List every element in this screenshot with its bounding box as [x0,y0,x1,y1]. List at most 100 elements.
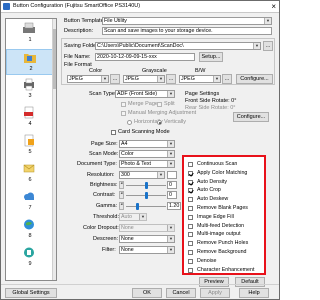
enhancement-checkbox[interactable] [188,197,193,203]
filter-label: Filter: [102,247,116,253]
bw-format-select[interactable]: JPEG ▼ [179,75,221,83]
split-checkbox[interactable] [157,102,162,107]
enhancement-checkbox[interactable] [188,250,193,255]
horizontally-radio[interactable] [127,120,132,125]
slider-thumb[interactable] [144,192,148,199]
cancel-button[interactable]: Cancel [166,288,196,298]
color-format-options-button[interactable]: ... [110,74,120,84]
contrast-stepper[interactable]: ◂ [119,191,124,199]
filter-select[interactable]: None ▼ [119,246,175,254]
resolution-select[interactable]: 300 ▼ [119,171,165,179]
button-template-value: File Utility [104,18,127,24]
page-settings-label: Page Settings [185,91,220,97]
gamma-slider[interactable] [126,203,166,210]
scan-type-select[interactable]: ADF (Front Side) ▼ [115,90,175,98]
manual-merging-checkbox[interactable] [121,111,126,116]
page-size-select[interactable]: A4 ▼ [119,140,175,148]
enhancement-checkbox[interactable] [188,188,193,194]
button-list[interactable]: 1 2 3 4 5 6 7 8 9 [5,18,57,281]
resolution-label: Resolution: [87,172,115,178]
button-item-6[interactable]: 6 [6,161,54,187]
enhancement-checkbox[interactable] [188,241,193,247]
scan-mode-label: Scan Mode: [89,151,119,157]
grayscale-format-select[interactable]: JPEG ▼ [123,75,165,83]
scrollbar-thumb[interactable] [53,29,56,89]
button-item-3[interactable]: 3 [6,77,54,103]
close-icon[interactable]: × [271,1,276,12]
brightness-value: 0 [169,182,172,188]
vertically-label: Vertically [164,119,187,125]
slider-thumb[interactable] [136,203,140,210]
enhancement-checkbox[interactable] [188,162,193,167]
brightness-stepper[interactable]: ◂ [119,181,124,189]
enhancement-label: Multi-feed Detection [197,222,245,229]
page-configure-button[interactable]: Configure... [233,112,269,122]
contrast-value: 0 [169,192,172,198]
document-type-select[interactable]: Photo & Text ▼ [119,160,175,168]
saving-folder-value: C:\Users\Public\Document\ScanDoc\ [97,43,184,49]
printer-icon [24,78,34,91]
enhancement-checkbox[interactable] [188,206,193,211]
gamma-stepper[interactable]: ◂ [119,202,124,210]
button-item-7[interactable]: 7 [6,189,54,215]
chevron-down-icon: ▼ [157,172,164,178]
brightness-slider[interactable] [126,182,166,189]
color-format-select[interactable]: JPEG ▼ [67,75,109,83]
file-name-label: File Name: [64,54,91,60]
color-dropout-select[interactable]: None ▼ [119,224,175,232]
saving-folder-select[interactable]: C:\Users\Public\Document\ScanDoc\ ▼ [95,42,261,50]
card-scanning-label: Card Scanning Mode [118,129,170,135]
contrast-value-field[interactable]: 0 [167,191,177,199]
button-configuration-window: Button Configuration (Fujitsu SmartOffic… [0,0,280,300]
enhancement-checkbox[interactable] [188,267,193,273]
apply-button[interactable]: Apply [200,288,230,298]
button-item-2[interactable]: 2 [6,49,54,75]
descreen-select[interactable]: None ▼ [119,235,175,243]
description-field[interactable]: Scan and save images to your storage dev… [102,27,272,35]
threshold-select[interactable]: Auto ▼ [119,213,147,221]
resolution-custom-field[interactable] [167,171,177,179]
enhancement-checkbox[interactable] [188,232,193,238]
color-format-label: Color [89,68,103,74]
enhancement-checkbox[interactable] [188,214,193,220]
chevron-down-icon: ▼ [157,76,164,82]
color-dropout-value: None [121,225,134,231]
button-item-4[interactable]: 4 [6,105,54,131]
preview-button[interactable]: Preview [199,277,229,287]
button-item-9[interactable]: 9 [6,245,54,271]
folder-icon [24,54,36,63]
enhancement-checkbox[interactable] [188,179,193,185]
scan-mode-select[interactable]: Color ▼ [119,150,175,158]
button-item-8[interactable]: 8 [6,217,54,243]
button-item-1[interactable]: 1 [6,21,54,47]
slider-thumb[interactable] [144,182,148,189]
file-name-field[interactable]: 2020-10-12-09-09-15-xxx [95,53,195,61]
contrast-slider[interactable] [126,192,166,199]
grayscale-format-options-button[interactable]: ... [166,74,176,84]
bw-format-options-button[interactable]: ... [222,74,232,84]
configure-format-button[interactable]: Configure... [236,74,273,84]
enhancement-checkbox[interactable] [188,223,193,229]
default-button[interactable]: Default [235,277,265,287]
button-list-scrollbar[interactable] [52,19,56,280]
button-item-label: 8 [28,233,32,239]
enhancement-checkbox[interactable] [188,170,193,176]
gamma-label: Gamma: [96,203,118,209]
setup-button[interactable]: Setup... [199,52,223,62]
button-template-select[interactable]: File Utility ▼ [102,17,272,25]
gamma-value-field[interactable]: 1.20 [167,202,181,210]
button-item-label: 2 [29,66,33,72]
ok-button[interactable]: OK [132,288,162,298]
rear-rotate-label: Rear Side Rotate: 0° [185,105,236,111]
card-scanning-checkbox[interactable] [111,130,116,135]
description-value: Scan and save images to your storage dev… [104,28,213,34]
merge-pages-checkbox[interactable] [121,102,126,107]
chevron-down-icon: ▼ [167,247,174,253]
button-item-5[interactable]: 5 [6,133,54,159]
help-button[interactable]: Help [239,288,269,298]
global-settings-button[interactable]: Global Settings [5,288,57,298]
browse-button[interactable]: ... [263,41,273,51]
enhancement-checkbox[interactable] [188,258,193,264]
vertically-radio[interactable] [157,120,162,125]
brightness-value-field[interactable]: 0 [167,181,177,189]
